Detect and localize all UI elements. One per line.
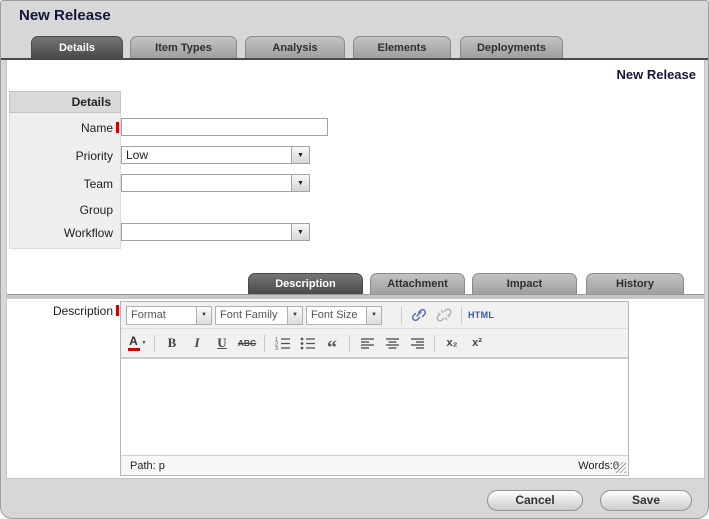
editor-toolbar-row1: Format ▼ Font Family ▼ Font Size ▼ xyxy=(121,302,628,329)
required-marker-icon xyxy=(116,122,119,133)
italic-button[interactable]: I xyxy=(186,333,208,353)
font-size-select[interactable]: Font Size ▼ xyxy=(306,306,382,325)
align-left-icon xyxy=(360,337,375,350)
editor-statusbar: Path: p Words:0 xyxy=(121,456,628,475)
chevron-down-icon: ▼ xyxy=(366,307,381,324)
tab-description[interactable]: Description xyxy=(248,273,363,294)
toolbar-separator xyxy=(434,335,435,352)
unordered-list-icon xyxy=(299,336,316,351)
chevron-down-icon: ▼ xyxy=(287,307,302,324)
forecolor-letter: A xyxy=(129,335,138,347)
tab-attachment[interactable]: Attachment xyxy=(370,273,465,294)
align-center-button[interactable] xyxy=(381,333,403,353)
workflow-value xyxy=(122,224,291,240)
chevron-down-icon: ▼ xyxy=(196,307,211,324)
new-release-window: New Release Details Item Types Analysis … xyxy=(0,0,709,519)
rich-text-editor: Format ▼ Font Family ▼ Font Size ▼ xyxy=(120,301,629,476)
tab-analysis[interactable]: Analysis xyxy=(245,36,345,58)
ordered-list-icon: 123 xyxy=(274,336,291,351)
team-value xyxy=(122,175,291,191)
align-left-button[interactable] xyxy=(356,333,378,353)
bold-button[interactable]: B xyxy=(161,333,183,353)
description-label: Description xyxy=(7,304,113,318)
chevron-down-icon[interactable]: ▼ xyxy=(291,147,309,163)
subscript-button[interactable]: x₂ xyxy=(441,333,463,353)
svg-text:3: 3 xyxy=(275,346,278,351)
format-select[interactable]: Format ▼ xyxy=(126,306,212,325)
tab-impact[interactable]: Impact xyxy=(472,273,577,294)
page-title: New Release xyxy=(19,7,111,24)
priority-select[interactable]: Low ▼ xyxy=(121,146,310,164)
details-section-header: Details xyxy=(9,91,121,113)
tab-elements[interactable]: Elements xyxy=(353,36,451,58)
workflow-select[interactable]: ▼ xyxy=(121,223,310,241)
font-family-select[interactable]: Font Family ▼ xyxy=(215,306,303,325)
remove-link-button[interactable] xyxy=(433,305,455,325)
toolbar-separator xyxy=(401,307,402,324)
section-divider xyxy=(7,294,704,299)
group-label: Group xyxy=(7,203,113,217)
align-center-icon xyxy=(385,337,400,350)
name-input[interactable] xyxy=(121,118,328,136)
toolbar-separator xyxy=(349,335,350,352)
chevron-down-icon[interactable]: ▼ xyxy=(291,175,309,191)
forecolor-swatch xyxy=(128,348,140,351)
toolbar-separator xyxy=(154,335,155,352)
priority-value: Low xyxy=(122,147,291,163)
content-panel: New Release Details Name Priority Low ▼ … xyxy=(6,60,705,479)
resize-grip-icon[interactable] xyxy=(615,462,626,473)
priority-label: Priority xyxy=(7,149,113,163)
cancel-button[interactable]: Cancel xyxy=(487,490,583,511)
font-size-value: Font Size xyxy=(307,309,366,321)
insert-link-button[interactable] xyxy=(408,305,430,325)
text-color-button[interactable]: A ▼ xyxy=(126,333,148,353)
tab-deployments[interactable]: Deployments xyxy=(460,36,563,58)
align-right-icon xyxy=(410,337,425,350)
unordered-list-button[interactable] xyxy=(296,333,318,353)
superscript-button[interactable]: x² xyxy=(466,333,488,353)
tab-history[interactable]: History xyxy=(586,273,684,294)
team-label: Team xyxy=(7,177,113,191)
font-family-value: Font Family xyxy=(216,309,287,321)
team-select[interactable]: ▼ xyxy=(121,174,310,192)
workflow-label: Workflow xyxy=(7,226,113,240)
html-source-button[interactable]: HTML xyxy=(468,305,494,325)
editor-body[interactable] xyxy=(121,358,628,456)
content-heading: New Release xyxy=(617,67,697,82)
link-icon xyxy=(410,307,428,323)
tab-item-types[interactable]: Item Types xyxy=(130,36,237,58)
blockquote-button[interactable]: “ xyxy=(321,328,343,358)
format-value: Format xyxy=(127,309,196,321)
strikethrough-button[interactable]: ABC xyxy=(236,333,258,353)
required-marker-icon xyxy=(116,305,119,316)
name-label: Name xyxy=(7,121,113,135)
editor-path: Path: p xyxy=(130,460,165,472)
save-button[interactable]: Save xyxy=(600,490,692,511)
tab-details[interactable]: Details xyxy=(31,36,123,58)
underline-button[interactable]: U xyxy=(211,333,233,353)
align-right-button[interactable] xyxy=(406,333,428,353)
toolbar-separator xyxy=(461,307,462,324)
toolbar-separator xyxy=(264,335,265,352)
editor-wordcount: Words:0 xyxy=(578,460,619,472)
chevron-down-icon: ▼ xyxy=(142,340,147,346)
editor-toolbar-row2: A ▼ B I U ABC 123 xyxy=(121,329,628,358)
unlink-icon xyxy=(435,307,453,323)
ordered-list-button[interactable]: 123 xyxy=(271,333,293,353)
chevron-down-icon[interactable]: ▼ xyxy=(291,224,309,240)
forecolor-icon: A xyxy=(128,335,140,351)
